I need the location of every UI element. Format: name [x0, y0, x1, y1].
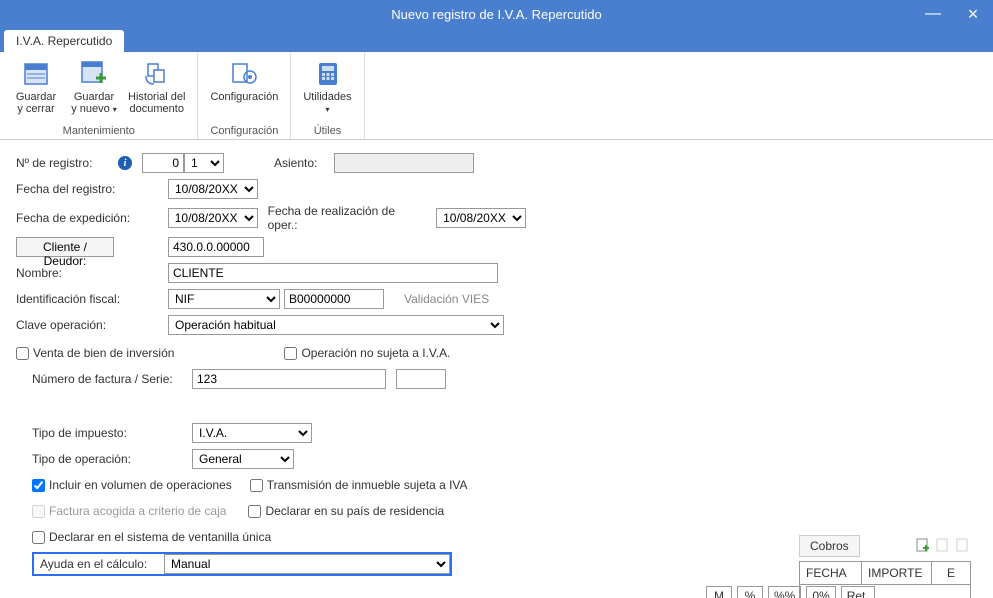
fecha-oper-label: Fecha de realización de oper.: — [268, 204, 429, 232]
utilities-icon — [312, 57, 344, 89]
tab-strip: I.V.A. Repercutido — [0, 28, 993, 52]
asiento-input — [334, 153, 474, 173]
calc-m-button[interactable]: M — [706, 586, 732, 598]
tipo-impuesto-label: Tipo de impuesto: — [32, 426, 192, 440]
history-icon — [141, 57, 173, 89]
config-icon — [228, 57, 260, 89]
cliente-cuenta-input[interactable] — [168, 237, 264, 257]
ribbon-group-mantenimiento: Mantenimiento — [63, 125, 135, 137]
nregistro-seq-select[interactable]: 1 — [184, 153, 224, 173]
cobros-title: Cobros — [799, 535, 860, 557]
nregistro-label: Nº de registro: — [16, 156, 118, 170]
tab-iva-repercutido[interactable]: I.V.A. Repercutido — [4, 30, 124, 52]
ident-fiscal-label: Identificación fiscal: — [16, 292, 168, 306]
ribbon-group-config: Configuración — [210, 125, 278, 137]
chk-incluir-volumen[interactable]: Incluir en volumen de operaciones — [32, 478, 232, 492]
cobros-delete-icon[interactable] — [955, 537, 971, 556]
ribbon-group-utiles: Útiles — [314, 125, 342, 137]
cobros-edit-icon[interactable] — [935, 537, 951, 556]
ident-value-input[interactable] — [284, 289, 384, 309]
cliente-deudor-button[interactable]: Cliente / Deudor: — [16, 237, 114, 257]
fecha-registro-select[interactable]: 10/08/20XX — [168, 179, 258, 199]
ayuda-calculo-select[interactable]: Manual — [164, 554, 450, 574]
fecha-oper-select[interactable]: 10/08/20XX — [436, 208, 526, 228]
nregistro-input[interactable] — [142, 153, 184, 173]
chk-pais-residencia[interactable]: Declarar en su país de residencia — [248, 504, 444, 518]
calc-pctpct-button[interactable]: %% — [768, 586, 801, 598]
fecha-registro-label: Fecha del registro: — [16, 182, 168, 196]
tipo-operacion-label: Tipo de operación: — [32, 452, 192, 466]
fecha-expedicion-label: Fecha de expedición: — [16, 211, 168, 225]
fecha-expedicion-select[interactable]: 10/08/20XX — [168, 208, 258, 228]
cobros-col-importe: IMPORTE — [862, 562, 932, 584]
ayuda-calculo-label: Ayuda en el cálculo: — [34, 557, 164, 571]
serie-input[interactable] — [396, 369, 446, 389]
validacion-vies-link[interactable]: Validación VIES — [404, 292, 489, 306]
titlebar: Nuevo registro de I.V.A. Repercutido — × — [0, 0, 993, 28]
ribbon: Guardary cerrar Guardary nuevo ▾ Histori… — [0, 52, 993, 140]
clave-operacion-select[interactable]: Operación habitual — [168, 315, 504, 335]
save-new-icon — [78, 57, 110, 89]
nfactura-label: Número de factura / Serie: — [32, 372, 192, 386]
info-icon[interactable]: i — [118, 156, 132, 170]
cobros-col-fecha: FECHA — [800, 562, 862, 584]
historial-button[interactable]: Historial deldocumento — [124, 55, 189, 117]
cobros-table[interactable]: FECHA IMPORTE E — [799, 561, 971, 598]
window-title: Nuevo registro de I.V.A. Repercutido — [391, 7, 602, 22]
chk-ventanilla[interactable]: Declarar en el sistema de ventanilla úni… — [32, 530, 271, 544]
calc-pct-button[interactable]: % — [737, 586, 763, 598]
configuracion-button[interactable]: Configuración — [206, 55, 282, 105]
cobros-col-e: E — [932, 562, 970, 584]
tipo-impuesto-select[interactable]: I.V.A. — [192, 423, 312, 443]
asiento-label: Asiento: — [274, 156, 334, 170]
minimize-button[interactable]: — — [913, 0, 953, 28]
utilidades-button[interactable]: Utilidades▾ — [299, 55, 355, 118]
ident-type-select[interactable]: NIF — [168, 289, 280, 309]
cobros-add-icon[interactable] — [915, 537, 931, 556]
nombre-input[interactable] — [168, 263, 498, 283]
guardar-nuevo-button[interactable]: Guardary nuevo ▾ — [66, 55, 122, 118]
guardar-cerrar-button[interactable]: Guardary cerrar — [8, 55, 64, 117]
tipo-operacion-select[interactable]: General — [192, 449, 294, 469]
close-button[interactable]: × — [953, 0, 993, 28]
chk-criterio-caja: Factura acogida a criterio de caja — [32, 504, 226, 518]
nfactura-input[interactable] — [192, 369, 386, 389]
chk-venta-bien[interactable]: Venta de bien de inversión — [16, 346, 174, 360]
clave-operacion-label: Clave operación: — [16, 318, 168, 332]
chk-transmision[interactable]: Transmisión de inmueble sujeta a IVA — [250, 478, 468, 492]
nombre-label: Nombre: — [16, 266, 168, 280]
save-close-icon — [20, 57, 52, 89]
chk-no-sujeta[interactable]: Operación no sujeta a I.V.A. — [284, 346, 450, 360]
